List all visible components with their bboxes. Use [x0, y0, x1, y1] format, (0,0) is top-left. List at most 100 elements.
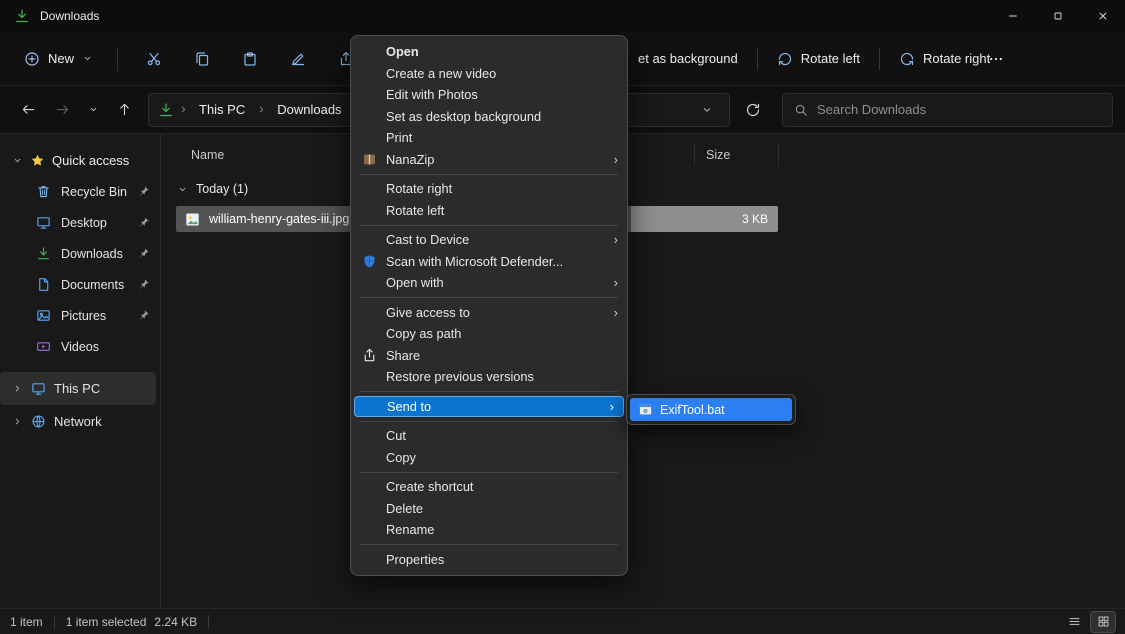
menu-separator — [360, 174, 618, 175]
breadcrumb-downloads[interactable]: Downloads — [270, 98, 348, 121]
sidebar-quick-access-list: Recycle BinDesktopDownloadsDocumentsPict… — [0, 176, 160, 362]
menu-item-print[interactable]: Print — [351, 127, 627, 149]
file-list-pane: Name Size Today (1) william-henry-gates-… — [161, 134, 1125, 608]
submenu-item-exiftool-bat[interactable]: ExifTool.bat — [630, 398, 792, 421]
rotate-left-button[interactable]: Rotate left — [767, 43, 870, 75]
menu-item-open-with[interactable]: Open with› — [351, 272, 627, 294]
sidebar-item-videos[interactable]: Videos — [0, 331, 160, 362]
icon-gutter — [361, 275, 377, 291]
toolbar-divider — [757, 48, 758, 70]
status-divider — [208, 615, 209, 629]
quick-access-label: Quick access — [52, 153, 129, 168]
sidebar-item-documents[interactable]: Documents — [0, 269, 160, 300]
menu-item-set-as-desktop-background[interactable]: Set as desktop background — [351, 106, 627, 128]
menu-item-rename[interactable]: Rename — [351, 519, 627, 541]
file-explorer-window: Downloads New et as background Rotate lef… — [0, 0, 1125, 634]
sidebar-item-recycle-bin[interactable]: Recycle Bin — [0, 176, 160, 207]
address-dropdown-icon[interactable] — [694, 104, 720, 116]
column-headers: Name Size — [161, 140, 1125, 170]
search-icon — [794, 103, 808, 117]
icon-gutter — [361, 522, 377, 538]
menu-item-open[interactable]: Open — [351, 41, 627, 63]
icon-gutter — [361, 202, 377, 218]
breadcrumb-this-pc[interactable]: This PC — [192, 98, 252, 121]
item-count: 1 item — [10, 615, 43, 629]
submenu-arrow-icon: › — [606, 276, 618, 289]
column-header-size[interactable]: Size — [706, 148, 730, 162]
forward-button[interactable] — [46, 94, 78, 126]
menu-item-share[interactable]: Share — [351, 345, 627, 367]
menu-item-properties[interactable]: Properties — [351, 549, 627, 571]
back-button[interactable] — [12, 94, 44, 126]
image-file-icon — [184, 211, 201, 228]
paste-button[interactable] — [229, 41, 271, 77]
chevron-down-icon — [82, 53, 93, 64]
set-as-background-button[interactable]: et as background — [628, 43, 748, 74]
downloads-folder-icon — [14, 8, 30, 24]
menu-separator — [360, 391, 618, 392]
rename-icon — [290, 51, 306, 67]
window-controls — [990, 0, 1125, 32]
menu-item-cast-to-device[interactable]: Cast to Device› — [351, 229, 627, 251]
sidebar-item-downloads[interactable]: Downloads — [0, 238, 160, 269]
icon-gutter — [361, 479, 377, 495]
menu-item-give-access-to[interactable]: Give access to› — [351, 302, 627, 324]
up-button[interactable] — [108, 94, 140, 126]
star-icon — [30, 153, 45, 168]
menu-item-rotate-left[interactable]: Rotate left — [351, 200, 627, 222]
see-more-button[interactable] — [979, 43, 1013, 75]
icon-gutter — [361, 232, 377, 248]
close-button[interactable] — [1080, 0, 1125, 32]
minimize-button[interactable] — [990, 0, 1035, 32]
menu-item-edit-with-photos[interactable]: Edit with Photos — [351, 84, 627, 106]
group-label: Today (1) — [196, 182, 248, 196]
context-menu: OpenCreate a new videoEdit with PhotosSe… — [350, 35, 628, 576]
menu-item-copy[interactable]: Copy — [351, 447, 627, 469]
menu-item-create-shortcut[interactable]: Create shortcut — [351, 476, 627, 498]
details-view-button[interactable] — [1062, 612, 1086, 632]
menu-item-nanazip[interactable]: NanaZip› — [351, 149, 627, 171]
recent-locations-button[interactable] — [80, 94, 106, 126]
shield-icon — [361, 253, 377, 269]
search-input[interactable] — [817, 102, 1101, 117]
location-downloads-icon — [158, 102, 174, 118]
chevron-right-icon — [12, 416, 23, 427]
menu-item-copy-as-path[interactable]: Copy as path — [351, 323, 627, 345]
file-name: william-henry-gates-iii.jpg — [209, 212, 349, 226]
nanazip-icon — [361, 151, 377, 167]
menu-item-restore-previous-versions[interactable]: Restore previous versions — [351, 366, 627, 388]
menu-item-create-a-new-video[interactable]: Create a new video — [351, 63, 627, 85]
rotate-left-icon — [777, 51, 793, 67]
network-icon — [31, 414, 46, 429]
new-button[interactable]: New — [12, 43, 105, 75]
refresh-button[interactable] — [736, 94, 770, 126]
toolbar-right-group: et as backgroundRotate leftRotate right — [628, 32, 1000, 85]
menu-item-rotate-right[interactable]: Rotate right — [351, 178, 627, 200]
column-header-name[interactable]: Name — [191, 148, 224, 162]
video-icon — [36, 339, 51, 354]
copy-button[interactable] — [181, 41, 223, 77]
maximize-button[interactable] — [1035, 0, 1080, 32]
menu-separator — [360, 544, 618, 545]
sidebar-item-pictures[interactable]: Pictures — [0, 300, 160, 331]
rename-button[interactable] — [277, 41, 319, 77]
sidebar-item-this-pc[interactable]: This PC — [0, 372, 156, 405]
menu-separator — [360, 225, 618, 226]
menu-item-send-to[interactable]: Send to› — [354, 396, 624, 418]
sidebar-roots: This PCNetwork — [0, 372, 160, 438]
submenu-arrow-icon: › — [602, 400, 614, 413]
menu-item-delete[interactable]: Delete — [351, 498, 627, 520]
menu-separator — [360, 297, 618, 298]
menu-item-cut[interactable]: Cut — [351, 425, 627, 447]
menu-item-scan-with-microsoft-defender[interactable]: Scan with Microsoft Defender... — [351, 251, 627, 273]
group-header-today[interactable]: Today (1) — [161, 174, 1125, 204]
sidebar-item-network[interactable]: Network — [0, 405, 156, 438]
pin-icon — [137, 309, 150, 322]
cut-button[interactable] — [133, 41, 175, 77]
sidebar-quick-access[interactable]: Quick access — [0, 144, 160, 176]
search-box[interactable] — [782, 93, 1113, 127]
sidebar-item-desktop[interactable]: Desktop — [0, 207, 160, 238]
icon-gutter — [361, 551, 377, 567]
toolbar-divider — [117, 47, 118, 71]
thumbnail-view-button[interactable] — [1091, 612, 1115, 632]
